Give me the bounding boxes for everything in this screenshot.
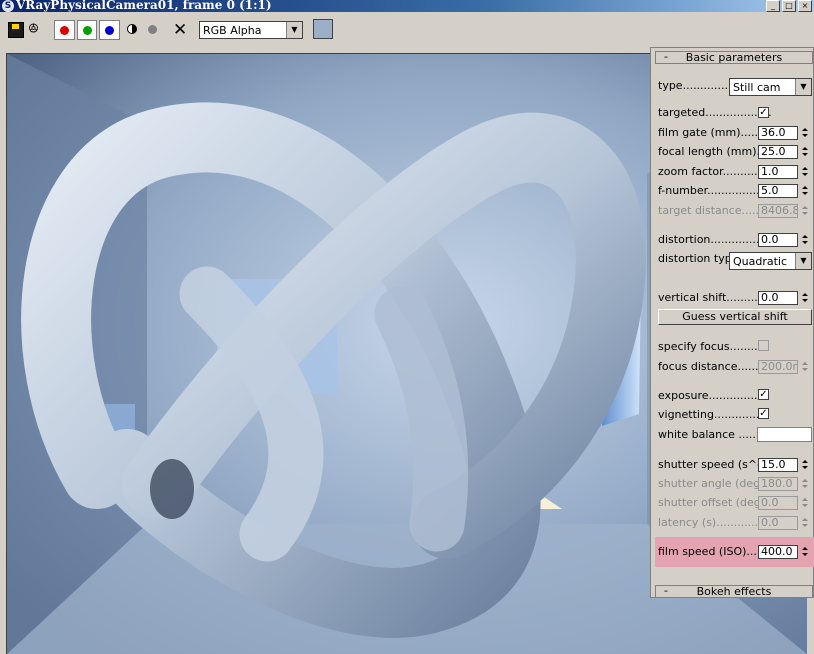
rollout-title: Bokeh effects xyxy=(696,585,772,598)
film-speed-field[interactable]: 400.0 xyxy=(758,545,798,559)
film-speed-spinner[interactable] xyxy=(801,545,810,559)
window-controls: _ □ × xyxy=(766,0,812,12)
focus-distance-spinner[interactable] xyxy=(801,360,810,374)
bokeh-effects-rollout-header[interactable]: - Bokeh effects xyxy=(655,584,813,598)
chevron-down-icon[interactable]: ▼ xyxy=(286,22,302,38)
app-icon: S xyxy=(2,0,14,12)
minimize-button[interactable]: _ xyxy=(766,0,780,12)
save-image-icon[interactable] xyxy=(8,22,24,38)
focal-length-label: focal length (mm).... xyxy=(658,145,771,158)
blue-channel-button[interactable] xyxy=(99,20,121,40)
exposure-label: exposure................. xyxy=(658,389,768,402)
rollout-title: Basic parameters xyxy=(685,51,783,64)
type-value: Still cam xyxy=(733,81,781,94)
film-speed-label: film speed (ISO)....... xyxy=(658,545,771,558)
latency-label: latency (s).............. xyxy=(658,516,766,529)
vertical-shift-label: vertical shift........... xyxy=(658,291,765,304)
zoom-factor-label: zoom factor............ xyxy=(658,165,765,178)
distortion-label: distortion.............. xyxy=(658,233,760,246)
channel-buttons xyxy=(54,20,122,42)
multi-frame-icon[interactable]: ꔮ xyxy=(28,21,39,39)
shutter-offset-label: shutter offset (deg).. xyxy=(658,496,773,509)
basic-parameters-rollout-header[interactable]: - Basic parameters xyxy=(655,50,813,64)
zoom-factor-field[interactable]: 1.0 xyxy=(758,165,798,179)
latency-field[interactable]: 0.0 xyxy=(758,516,798,530)
color-swatch[interactable] xyxy=(313,19,333,39)
target-distance-field[interactable]: 8406.80 xyxy=(758,204,798,218)
green-dot-icon xyxy=(82,25,92,35)
shutter-offset-spinner[interactable] xyxy=(801,496,810,510)
vertical-shift-spinner[interactable] xyxy=(801,291,810,305)
focus-distance-label: focus distance......... xyxy=(658,360,769,373)
vignetting-label: vignetting................ xyxy=(658,408,770,421)
title-bar: S VRayPhysicalCamera01, frame 0 (1:1) _ … xyxy=(0,0,814,12)
channel-select[interactable]: RGB Alpha ▼ xyxy=(199,21,303,39)
window-title: VRayPhysicalCamera01, frame 0 (1:1) xyxy=(16,0,272,12)
distortion-field[interactable]: 0.0 xyxy=(758,233,798,247)
type-label: type................ xyxy=(658,79,739,92)
white-balance-swatch[interactable] xyxy=(757,427,812,442)
red-dot-icon xyxy=(59,25,69,35)
type-dropdown[interactable]: Still cam ▼ xyxy=(729,78,812,96)
target-distance-spinner[interactable] xyxy=(801,204,810,218)
zoom-factor-spinner[interactable] xyxy=(801,165,810,179)
focal-length-field[interactable]: 25.0 xyxy=(758,145,798,159)
clear-icon[interactable]: ✕ xyxy=(173,20,187,40)
film-gate-label: film gate (mm)......... xyxy=(658,126,772,139)
chevron-down-icon[interactable]: ▼ xyxy=(795,79,811,95)
distortion-spinner[interactable] xyxy=(801,233,810,247)
blue-dot-icon xyxy=(105,25,115,35)
f-number-spinner[interactable] xyxy=(801,184,810,198)
specify-focus-label: specify focus.......... xyxy=(658,340,765,353)
f-number-label: f-number................. xyxy=(658,184,767,197)
targeted-label: targeted................... xyxy=(658,106,772,119)
vertical-shift-field[interactable]: 0.0 xyxy=(758,291,798,305)
film-gate-field[interactable]: 36.0 xyxy=(758,126,798,140)
maximize-button[interactable]: □ xyxy=(782,0,796,12)
focal-length-spinner[interactable] xyxy=(801,145,810,159)
targeted-checkbox[interactable]: ✓ xyxy=(758,107,769,118)
toolbar xyxy=(0,12,814,48)
white-balance-label: white balance ......... xyxy=(658,428,770,441)
distortion-type-value: Quadratic xyxy=(733,255,788,268)
shutter-speed-spinner[interactable] xyxy=(801,458,810,472)
shutter-angle-field[interactable]: 180.0 xyxy=(758,477,798,491)
focus-distance-field[interactable]: 200.0m xyxy=(758,360,798,374)
red-channel-button[interactable] xyxy=(54,20,75,40)
shutter-offset-field[interactable]: 0.0 xyxy=(758,496,798,510)
close-button[interactable]: × xyxy=(798,0,812,12)
f-number-field[interactable]: 5.0 xyxy=(758,184,798,198)
distortion-type-dropdown[interactable]: Quadratic ▼ xyxy=(729,252,812,270)
exposure-checkbox[interactable]: ✓ xyxy=(758,389,769,400)
specify-focus-checkbox[interactable] xyxy=(758,340,769,351)
monochrome-icon[interactable] xyxy=(127,24,137,34)
alpha-channel-icon[interactable] xyxy=(148,25,157,34)
channel-select-value: RGB Alpha xyxy=(203,24,262,37)
chevron-down-icon[interactable]: ▼ xyxy=(795,253,811,269)
film-gate-spinner[interactable] xyxy=(801,126,810,140)
green-channel-button[interactable] xyxy=(76,20,98,40)
latency-spinner[interactable] xyxy=(801,516,810,530)
vignetting-checkbox[interactable]: ✓ xyxy=(758,408,769,419)
shutter-speed-field[interactable]: 15.0 xyxy=(758,458,798,472)
guess-vertical-shift-button[interactable]: Guess vertical shift xyxy=(658,309,812,325)
shutter-angle-spinner[interactable] xyxy=(801,477,810,491)
target-distance-label: target distance......... xyxy=(658,204,774,217)
